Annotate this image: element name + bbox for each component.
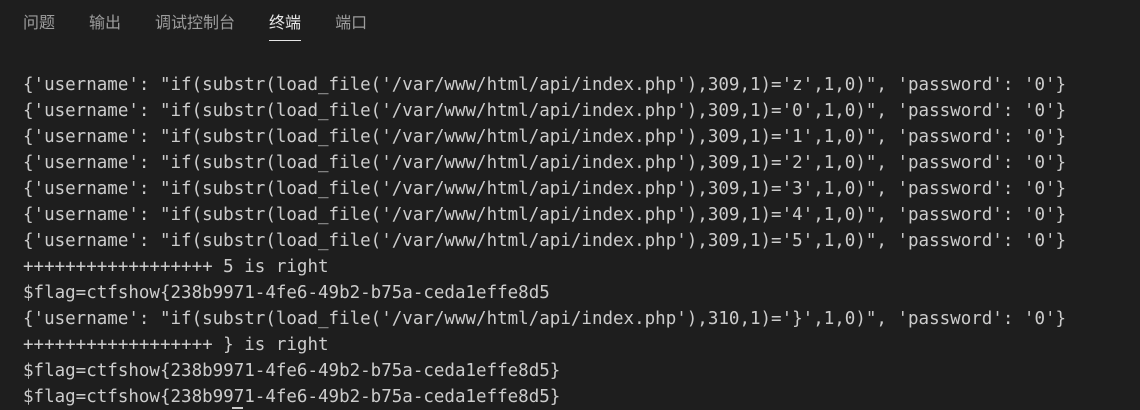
tab-output[interactable]: 输出 bbox=[89, 0, 121, 46]
terminal-line: {'username': "if(substr(load_file('/var/… bbox=[23, 205, 1067, 225]
terminal-line: {'username': "if(substr(load_file('/var/… bbox=[23, 179, 1067, 199]
terminal-line: $flag=ctfshow{238b9971-4fe6-49b2-b75a-ce… bbox=[23, 283, 550, 303]
terminal-line: $flag=ctfshow{238b9971-4fe6-49b2-b75a-ce… bbox=[23, 361, 561, 381]
terminal-line: $flag=ctfshow{238b9971-4fe6-49b2-b75a-ce… bbox=[23, 387, 561, 407]
tab-terminal[interactable]: 终端 bbox=[269, 0, 302, 46]
terminal-line: ++++++++++++++++++ 5 is right bbox=[23, 257, 329, 277]
tab-problems[interactable]: 问题 bbox=[23, 0, 55, 46]
terminal-line: {'username': "if(substr(load_file('/var/… bbox=[23, 75, 1067, 95]
terminal-line: {'username': "if(substr(load_file('/var/… bbox=[23, 231, 1067, 251]
tab-debug-console[interactable]: 调试控制台 bbox=[155, 0, 235, 46]
terminal-output[interactable]: {'username': "if(substr(load_file('/var/… bbox=[23, 72, 1140, 410]
terminal-line: {'username': "if(substr(load_file('/var/… bbox=[23, 127, 1067, 147]
terminal-line: {'username': "if(substr(load_file('/var/… bbox=[23, 309, 1067, 329]
tab-ports[interactable]: 端口 bbox=[335, 0, 367, 46]
panel-tab-bar: 问题 输出 调试控制台 终端 端口 bbox=[0, 0, 1140, 46]
terminal-line: {'username': "if(substr(load_file('/var/… bbox=[23, 153, 1067, 173]
terminal-line: ++++++++++++++++++ } is right bbox=[23, 335, 329, 355]
terminal-line: {'username': "if(substr(load_file('/var/… bbox=[23, 101, 1067, 121]
terminal-cursor bbox=[232, 407, 243, 409]
